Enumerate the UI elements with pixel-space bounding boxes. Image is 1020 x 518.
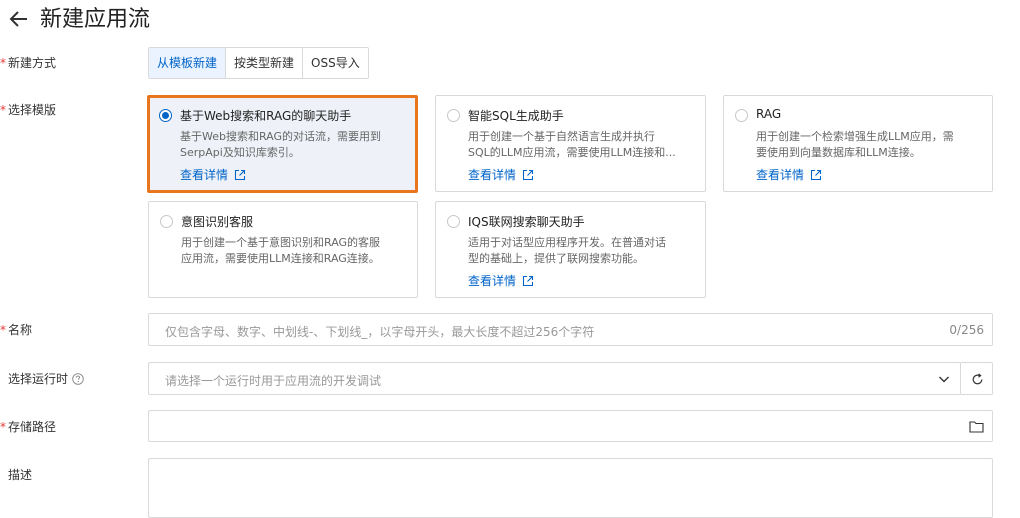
view-details-label: 查看详情: [756, 168, 805, 182]
view-details-label: 查看详情: [468, 168, 517, 182]
view-details-label: 查看详情: [468, 274, 517, 288]
page-title: 新建应用流: [40, 7, 151, 32]
template-card-intent[interactable]: 意图识别客服 用于创建一个基于意图识别和RAG的客服 应用流，需要使用LLM连接…: [148, 201, 418, 298]
required-mark: *: [0, 323, 6, 337]
runtime-select[interactable]: 请选择一个运行时用于应用流的开发调试: [148, 362, 961, 395]
template-card-iqs[interactable]: IQS联网搜索聊天助手 适用于对话型应用程序开发。在普通对话 型的基础上，提供了…: [435, 201, 706, 298]
refresh-button[interactable]: [960, 362, 993, 395]
template-card-title: RAG: [756, 107, 782, 121]
storage-label: * 存储路径: [0, 420, 57, 434]
help-icon[interactable]: [72, 373, 84, 385]
radio-unselected[interactable]: [735, 109, 748, 122]
template-card-title: 基于Web搜索和RAG的聊天助手: [180, 109, 352, 123]
view-details-link[interactable]: 查看详情: [468, 272, 534, 289]
runtime-label: 选择运行时: [8, 370, 84, 388]
template-card-title: IQS联网搜索聊天助手: [468, 215, 585, 229]
radio-selected[interactable]: [159, 109, 172, 122]
refresh-icon: [972, 373, 983, 385]
template-card-sql[interactable]: 智能SQL生成助手 用于创建一个基于自然语言生成并执行 SQL的LLM应用流，需…: [435, 95, 706, 192]
method-option-template[interactable]: 从模板新建: [149, 48, 227, 78]
runtime-label-text: 选择运行时: [8, 372, 69, 386]
arrow-left-icon[interactable]: [6, 6, 32, 32]
runtime-placeholder: 请选择一个运行时用于应用流的开发调试: [165, 374, 382, 388]
template-card-title: 智能SQL生成助手: [468, 109, 564, 123]
method-option-type[interactable]: 按类型新建: [226, 48, 304, 78]
name-input[interactable]: 仅包含字母、数字、中划线-、下划线_，以字母开头，最大长度不超过256个字符 0…: [148, 313, 993, 346]
required-mark: *: [0, 420, 6, 434]
radio-unselected[interactable]: [447, 109, 460, 122]
method-label: * 新建方式: [0, 56, 57, 70]
name-placeholder: 仅包含字母、数字、中划线-、下划线_，以字母开头，最大长度不超过256个字符: [165, 325, 595, 339]
view-details-link[interactable]: 查看详情: [468, 166, 534, 183]
template-card-desc: 基于Web搜索和RAG的对话流，需要用到 SerpApi及知识库索引。: [180, 130, 382, 159]
external-link-icon: [522, 169, 534, 180]
required-mark: *: [0, 56, 6, 70]
template-card-rag[interactable]: RAG 用于创建一个检索增强生成LLM应用，需 要使用到向量数据库和LLM连接。…: [723, 95, 993, 192]
radio-unselected[interactable]: [160, 215, 173, 228]
name-label: * 名称: [0, 323, 33, 337]
template-card-desc: 用于创建一个基于意图识别和RAG的客服 应用流，需要使用LLM连接和RAG连接。: [181, 236, 381, 265]
method-option-oss[interactable]: OSS导入: [303, 48, 368, 78]
name-char-counter: 0/256: [949, 323, 984, 337]
chevron-down-icon[interactable]: [938, 373, 950, 385]
template-card-desc: 适用于对话型应用程序开发。在普通对话 型的基础上，提供了联网搜索功能。: [468, 236, 666, 265]
template-card-title: 意图识别客服: [181, 215, 254, 229]
required-mark: *: [0, 103, 6, 117]
description-textarea[interactable]: [148, 458, 993, 518]
view-details-label: 查看详情: [180, 168, 229, 182]
description-label: 描述: [8, 468, 33, 482]
view-details-link[interactable]: 查看详情: [180, 166, 246, 183]
method-segmented-control: 从模板新建 按类型新建 OSS导入: [148, 47, 369, 79]
external-link-icon: [234, 169, 246, 180]
radio-unselected[interactable]: [447, 215, 460, 228]
template-label: * 选择模版: [0, 103, 57, 117]
template-card-desc: 用于创建一个基于自然语言生成并执行 SQL的LLM应用流，需要使用LLM连接和.…: [468, 130, 676, 159]
view-details-link[interactable]: 查看详情: [756, 166, 822, 183]
storage-path-input[interactable]: [148, 410, 993, 442]
folder-icon[interactable]: [969, 420, 984, 433]
template-card-desc: 用于创建一个检索增强生成LLM应用，需 要使用到向量数据库和LLM连接。: [756, 130, 954, 159]
external-link-icon: [810, 169, 822, 180]
external-link-icon: [522, 275, 534, 286]
template-card-web-rag[interactable]: 基于Web搜索和RAG的聊天助手 基于Web搜索和RAG的对话流，需要用到 Se…: [147, 95, 418, 193]
